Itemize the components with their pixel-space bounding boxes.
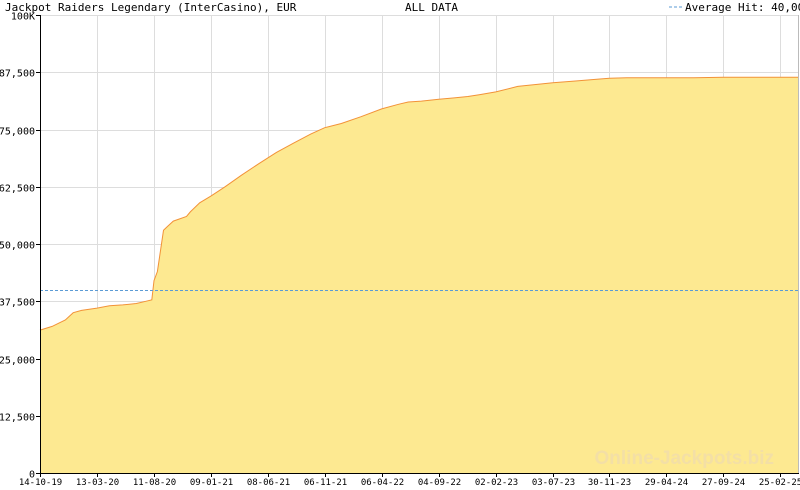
x-tick-label: 27-09-24	[702, 478, 745, 488]
series-area	[39, 76, 799, 474]
y-tick-label: 62,500	[0, 184, 35, 195]
y-tick-label: 37,500	[0, 298, 35, 309]
x-tick-label: 29-04-24	[645, 478, 688, 488]
y-tick-label: 87,500	[0, 69, 35, 80]
y-tick-labels: 012,50025,00037,50050,00062,50075,00087,…	[0, 12, 40, 481]
x-tick-label: 08-06-21	[247, 478, 290, 488]
area-fill	[40, 77, 799, 474]
y-tick-label: 75,000	[0, 127, 35, 138]
x-tick-label: 09-01-21	[190, 478, 233, 488]
x-tick-label: 02-02-23	[475, 478, 518, 488]
x-tick-label: 03-07-23	[532, 478, 575, 488]
x-tick-label: 13-03-20	[76, 478, 119, 488]
x-tick-label: 11-08-20	[133, 478, 176, 488]
x-tick-label: 14-10-19	[19, 478, 62, 488]
x-tick-label: 30-11-23	[588, 478, 631, 488]
legend-label: Average Hit: 40,000	[685, 1, 800, 14]
x-tick-label: 06-11-21	[304, 478, 347, 488]
chart-container: 0 12,500 25,000 37,500 50,000 62,500 75,000 87,…	[0, 0, 800, 490]
watermark: Online-Jackpots.biz	[595, 448, 774, 469]
x-tick-label: 25-02-25	[759, 478, 800, 488]
jackpot-chart: 012,50025,00037,50050,00062,50075,00087,…	[0, 1, 800, 488]
y-tick-label: 12,500	[0, 413, 35, 424]
chart-title: Jackpot Raiders Legendary (InterCasino),…	[5, 1, 297, 14]
legend: Average Hit: 40,000	[669, 1, 800, 14]
x-tick-labels: 14-10-19 13-03-20 11-08-20 09-01-21 08-06-21…	[19, 473, 800, 488]
range-label: ALL DATA	[405, 1, 458, 14]
x-tick-label: 04-09-22	[418, 478, 461, 488]
x-tick-label: 06-04-22	[361, 478, 404, 488]
y-tick-label: 25,000	[0, 356, 35, 367]
y-tick-label: 50,000	[0, 241, 35, 252]
